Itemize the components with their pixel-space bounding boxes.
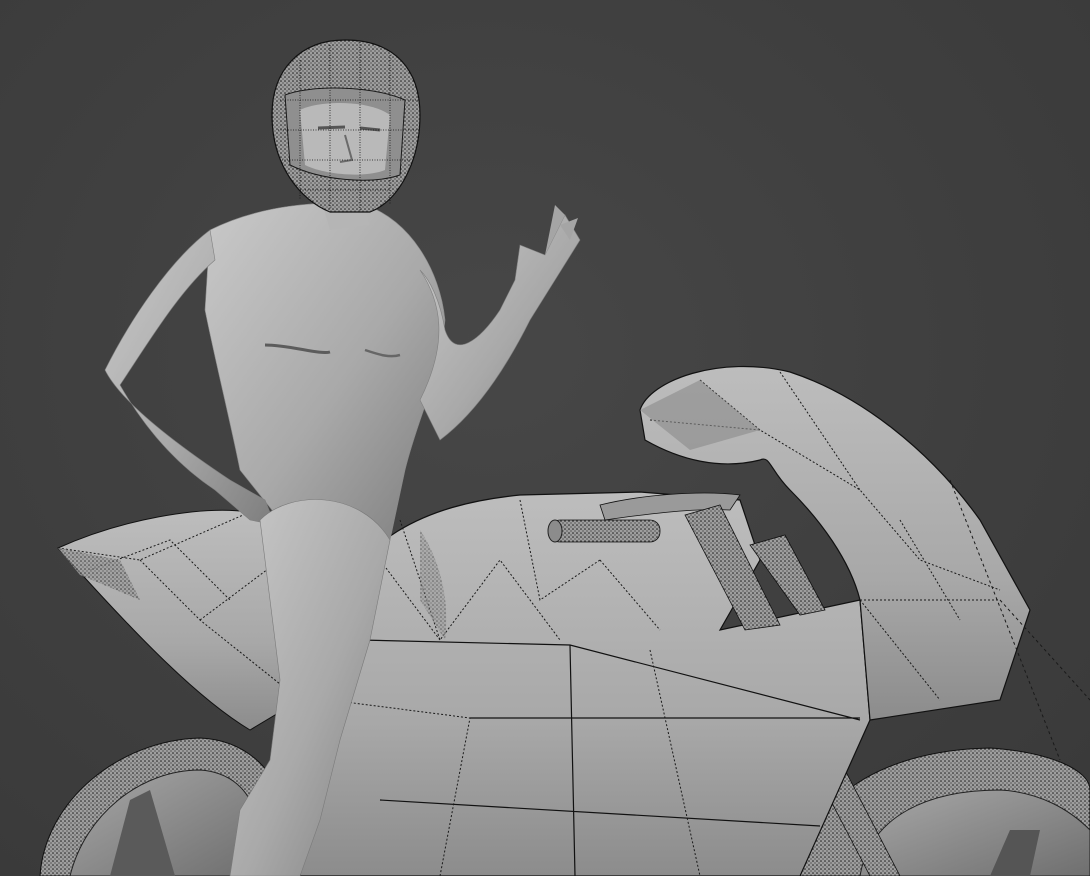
3d-viewport[interactable]: [0, 0, 1090, 876]
scene-render[interactable]: [0, 0, 1090, 876]
helmet[interactable]: [271, 39, 421, 213]
